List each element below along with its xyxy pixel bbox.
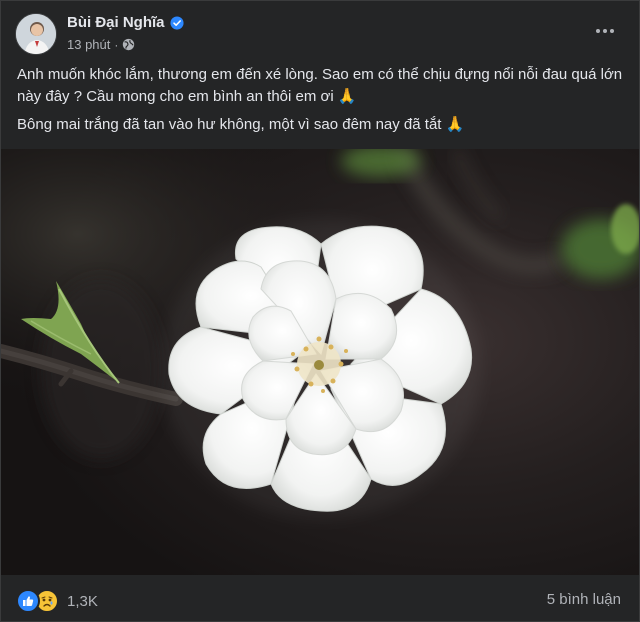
post-photo-white-blossom[interactable]	[1, 149, 639, 575]
facebook-post: Bùi Đại Nghĩa 13 phút · Anh muốn khóc lắ…	[0, 0, 640, 622]
post-text: Anh muốn khóc lắm, thương em đến xé lòng…	[17, 64, 627, 142]
verified-badge-icon	[169, 15, 184, 30]
more-options-icon[interactable]	[591, 21, 619, 41]
post-header: Bùi Đại Nghĩa 13 phút ·	[1, 1, 640, 61]
post-text-line-2-content: Bông mai trắng đã tan vào hư không, một …	[17, 116, 442, 133]
pray-emoji: 🙏	[337, 88, 357, 105]
author-name-text[interactable]: Bùi Đại Nghĩa	[67, 14, 165, 31]
like-reaction-icon	[16, 589, 40, 613]
post-time[interactable]: 13 phút	[67, 37, 110, 52]
globe-icon[interactable]	[122, 38, 135, 51]
meta-separator: ·	[114, 37, 119, 52]
comments-count[interactable]: 5 bình luận	[547, 591, 621, 608]
pray-emoji: 🙏	[445, 116, 465, 133]
post-footer: 1,3K 5 bình luận	[1, 576, 640, 622]
reactions-summary[interactable]: 1,3K	[16, 589, 98, 613]
post-text-line-1-content: Anh muốn khóc lắm, thương em đến xé lòng…	[17, 66, 623, 105]
post-text-line-2: Bông mai trắng đã tan vào hư không, một …	[17, 114, 627, 136]
post-meta: 13 phút ·	[67, 37, 135, 52]
author-avatar[interactable]	[15, 13, 57, 55]
author-name[interactable]: Bùi Đại Nghĩa	[67, 14, 184, 31]
reaction-count[interactable]: 1,3K	[67, 593, 98, 610]
post-text-line-1: Anh muốn khóc lắm, thương em đến xé lòng…	[17, 64, 627, 108]
